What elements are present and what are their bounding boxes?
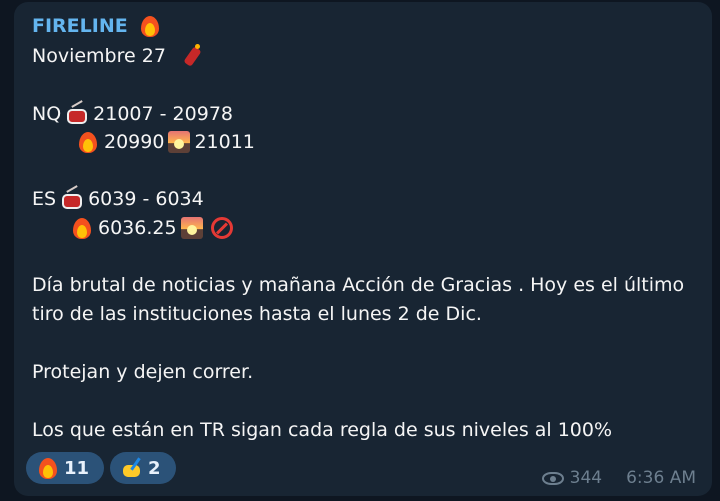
body-line-1: Día brutal de noticias y mañana Acción d… — [32, 274, 684, 296]
nq-label: NQ — [32, 103, 62, 125]
es-range: 6039 - 6034 — [88, 188, 204, 210]
es-range-line: ES 6039 - 6034 — [32, 187, 204, 211]
prohibited-icon — [210, 217, 233, 239]
nq-level2: 21011 — [194, 131, 255, 153]
message-time: 6:36 AM — [626, 468, 696, 488]
body-text-4: Los que están en TR sigan cada regla de … — [32, 419, 613, 441]
sunset-icon — [168, 131, 191, 153]
body-line-4: Los que están en TR sigan cada regla de … — [32, 419, 612, 441]
drum-icon — [65, 102, 89, 126]
nq-levels-line: 20990 21011 — [72, 130, 255, 154]
writing-hand-icon — [120, 456, 144, 480]
drum-icon — [60, 187, 84, 211]
body-text-1: Día brutal de noticias y mañana Acción d… — [32, 274, 685, 296]
es-level1: 6036.25 — [98, 217, 177, 239]
body-text-3: Protejan y dejen correr. — [32, 361, 254, 383]
reaction-fire-button[interactable]: 11 — [26, 452, 104, 484]
nq-range-line: NQ 21007 - 20978 — [32, 102, 233, 126]
reaction-writing-hand-button[interactable]: 2 — [110, 452, 176, 484]
body-line-3: Protejan y dejen correr. — [32, 361, 253, 383]
body-line-2: tiro de las instituciones hasta el lunes… — [32, 303, 482, 325]
es-levels-line: 6036.25 — [66, 216, 237, 240]
fire-icon — [36, 456, 60, 480]
reaction-count: 11 — [64, 457, 90, 479]
view-count: 344 — [569, 468, 603, 488]
body-text-2: tiro de las instituciones hasta el lunes… — [32, 303, 482, 325]
fire-icon — [138, 14, 162, 38]
fire-icon — [70, 216, 94, 240]
date-text: Noviembre 27 — [32, 45, 166, 67]
date-line: Noviembre 27 — [32, 44, 208, 68]
eye-icon — [541, 471, 564, 485]
sender-name[interactable]: FIRELINE — [32, 14, 166, 38]
nq-range: 21007 - 20978 — [93, 103, 233, 125]
es-label: ES — [32, 188, 57, 210]
fire-icon — [76, 130, 100, 154]
message-meta: 344 6:36 AM — [541, 468, 696, 488]
nq-level1: 20990 — [104, 131, 165, 153]
sunset-icon — [180, 217, 203, 239]
reaction-count: 2 — [148, 457, 161, 479]
sender-label: FIRELINE — [32, 15, 128, 37]
firecracker-icon — [180, 44, 204, 68]
